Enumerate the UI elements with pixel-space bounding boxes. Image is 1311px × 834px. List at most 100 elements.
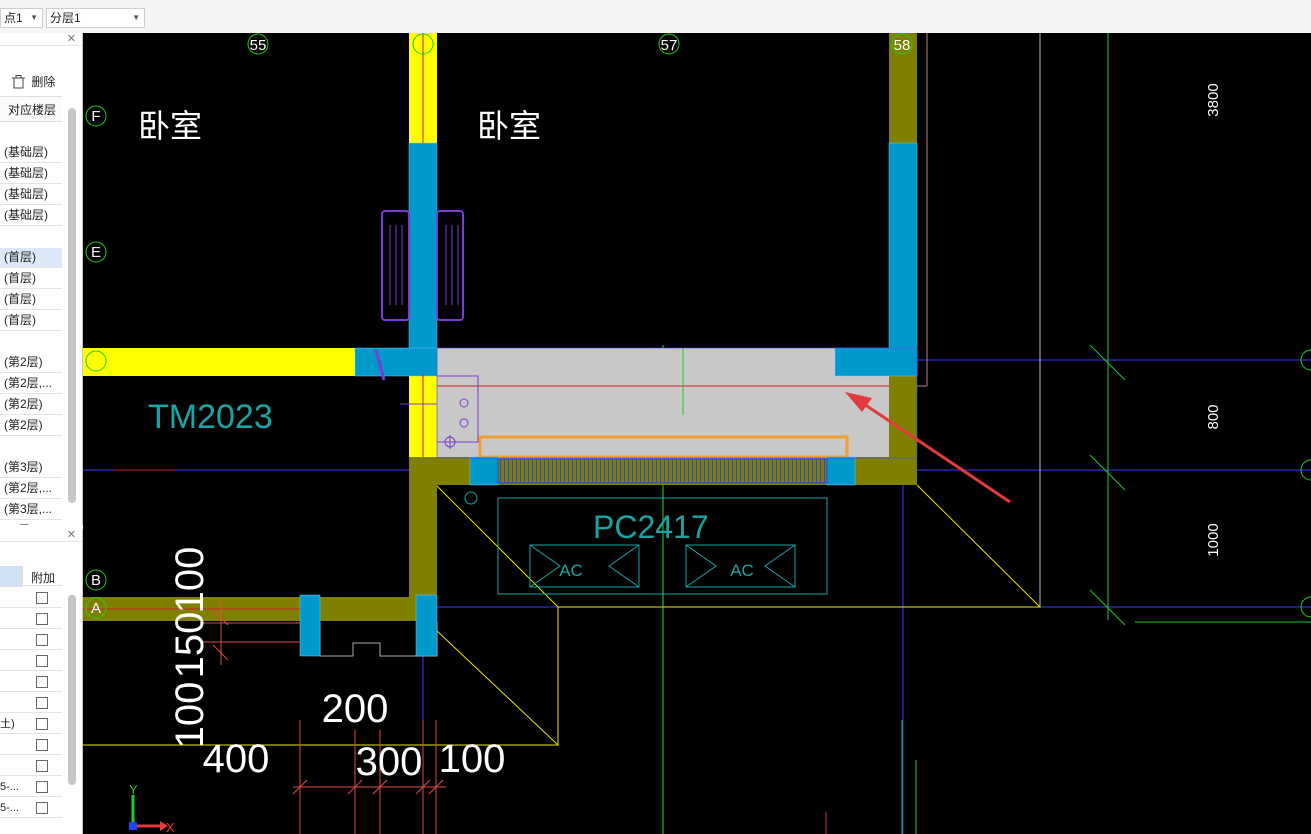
checkbox[interactable] <box>36 697 48 709</box>
floor-list-item-label: (第2层) <box>4 418 43 432</box>
floor-list-item-label: (首层) <box>4 292 36 306</box>
drawing-canvas[interactable]: AC AC 55 57 58 F E B A 卧室 卧室 TM2023 PC24… <box>83 33 1311 834</box>
floor-list-item[interactable]: (基础层) <box>0 143 62 163</box>
pipe-circle <box>464 491 478 505</box>
property-row[interactable] <box>0 609 62 629</box>
floor-list-item[interactable]: (第2层) <box>0 416 62 436</box>
snap-point-dropdown[interactable]: 点1 ▼ <box>0 8 43 28</box>
column-header-label: 对应楼层 <box>8 103 57 117</box>
property-column-header: 附加 <box>22 566 62 586</box>
layer-dropdown[interactable]: 分层1 ▼ <box>46 8 145 28</box>
property-row[interactable] <box>0 735 62 755</box>
axis-label-left: E <box>91 244 101 261</box>
axis-label-left: F <box>91 108 100 125</box>
floor-list-item[interactable]: (首层) <box>0 290 62 310</box>
window-tag: PC2417 <box>593 509 709 545</box>
floor-list-item[interactable]: (基础层) <box>0 164 62 184</box>
checkbox[interactable] <box>36 676 48 688</box>
floor-list-item-label: (第3层) <box>4 460 43 474</box>
floor-list-item[interactable]: (第2层) <box>0 395 62 415</box>
dimension-text: 150 <box>168 612 212 679</box>
ucs-axis-icon: Y X <box>129 782 175 834</box>
checkbox[interactable] <box>36 802 48 814</box>
property-row-label: 5-... <box>0 781 19 793</box>
checkbox[interactable] <box>36 739 48 751</box>
floor-list-item-label: (第2层,... <box>4 481 53 495</box>
floor-list-item-label: (首层) <box>4 313 36 327</box>
property-row[interactable] <box>0 756 62 776</box>
dimension-text: 300 <box>356 740 423 784</box>
dimension-text: 3800 <box>1205 83 1222 116</box>
delete-button[interactable]: 删除 <box>12 73 55 90</box>
dimension-text: 1000 <box>1205 523 1222 556</box>
floor-list-item[interactable]: (基础层) <box>0 185 62 205</box>
vertical-scrollbar[interactable] <box>68 108 76 503</box>
floor-list-item[interactable]: (第2层,... <box>0 479 62 499</box>
checkbox[interactable] <box>36 718 48 730</box>
checkbox[interactable] <box>36 613 48 625</box>
ucs-x-label: X <box>166 820 175 834</box>
floor-list-panel: ✕ 删除 对应楼层 (基础层) (基础层) (基础层) (基础层) (首层) (首层) (首… <box>0 33 83 525</box>
floor-list-item[interactable]: (首层) <box>0 269 62 289</box>
panel-header: ✕ <box>0 33 82 46</box>
vertical-scrollbar[interactable] <box>68 595 76 785</box>
property-row[interactable] <box>0 693 62 713</box>
checkbox[interactable] <box>36 592 48 604</box>
floor-list-item-label: (...层) <box>0 523 34 525</box>
chevron-down-icon: ▼ <box>30 13 38 22</box>
top-toolbar: 点1 ▼ 分层1 ▼ <box>0 0 1311 34</box>
floor-list-item-label: (第2层) <box>4 355 43 369</box>
floor-list-item-label: (基础层) <box>4 208 48 222</box>
axis-label-top: 57 <box>661 37 678 54</box>
ucs-y-label: Y <box>129 782 138 797</box>
close-icon[interactable]: ✕ <box>67 529 76 541</box>
delete-label: 删除 <box>31 75 56 89</box>
floor-list-item[interactable]: (...层) <box>0 521 62 525</box>
property-row[interactable]: 5-... <box>0 798 62 818</box>
dimension-text: 100 <box>439 737 506 781</box>
floor-list-item[interactable]: (第3层) <box>0 458 62 478</box>
floor-list-item-label: (第3层,... <box>4 502 53 516</box>
checkbox[interactable] <box>36 634 48 646</box>
floor-list-item[interactable]: (首层) <box>0 248 62 268</box>
panel-header: ✕ <box>0 529 82 542</box>
floor-list-item[interactable]: (首层) <box>0 311 62 331</box>
floor-list-item-label: (基础层) <box>4 166 48 180</box>
checkbox[interactable] <box>36 655 48 667</box>
property-panel: ✕ 附加 土) 5-... 5-... <box>0 529 83 834</box>
close-icon[interactable]: ✕ <box>67 33 76 45</box>
axis-label-left: B <box>91 572 101 589</box>
property-column-label: 附加 <box>31 571 56 585</box>
checkbox[interactable] <box>36 781 48 793</box>
floor-list-item[interactable]: (第2层) <box>0 353 62 373</box>
property-row[interactable] <box>0 588 62 608</box>
property-row[interactable] <box>0 672 62 692</box>
property-row-label: 土) <box>0 718 15 730</box>
room-label: 卧室 <box>138 107 202 145</box>
checkbox[interactable] <box>36 760 48 772</box>
cad-drawing: AC AC 55 57 58 F E B A 卧室 卧室 TM2023 PC24… <box>83 33 1311 834</box>
dimension-text: 400 <box>203 737 270 781</box>
floor-list-item-label: (第2层,... <box>4 376 53 390</box>
property-row[interactable] <box>0 651 62 671</box>
property-row[interactable]: 土) <box>0 714 62 734</box>
ac-label: AC <box>730 561 754 580</box>
chevron-down-icon: ▼ <box>132 13 140 22</box>
property-row[interactable] <box>0 630 62 650</box>
floor-list-item-label: (基础层) <box>4 145 48 159</box>
floor-list-item-label: (基础层) <box>4 187 48 201</box>
dimension-text: 800 <box>1205 404 1222 429</box>
floor-list-item[interactable]: (第2层,... <box>0 374 62 394</box>
property-row-label: 5-... <box>0 802 19 814</box>
axis-label-top: 55 <box>250 37 267 54</box>
snap-point-value: 点1 <box>4 11 23 25</box>
property-row[interactable]: 5-... <box>0 777 62 797</box>
floor-list-item-label: (第2层) <box>4 397 43 411</box>
balcony-slab <box>437 348 889 457</box>
floor-list-item[interactable]: (第3层,... <box>0 500 62 520</box>
axis-label-top: 58 <box>894 37 911 54</box>
window-hatch <box>497 458 828 484</box>
floor-list-item[interactable]: (基础层) <box>0 206 62 226</box>
axis-label-left: A <box>91 600 101 617</box>
column-header: 对应楼层 <box>0 96 62 122</box>
